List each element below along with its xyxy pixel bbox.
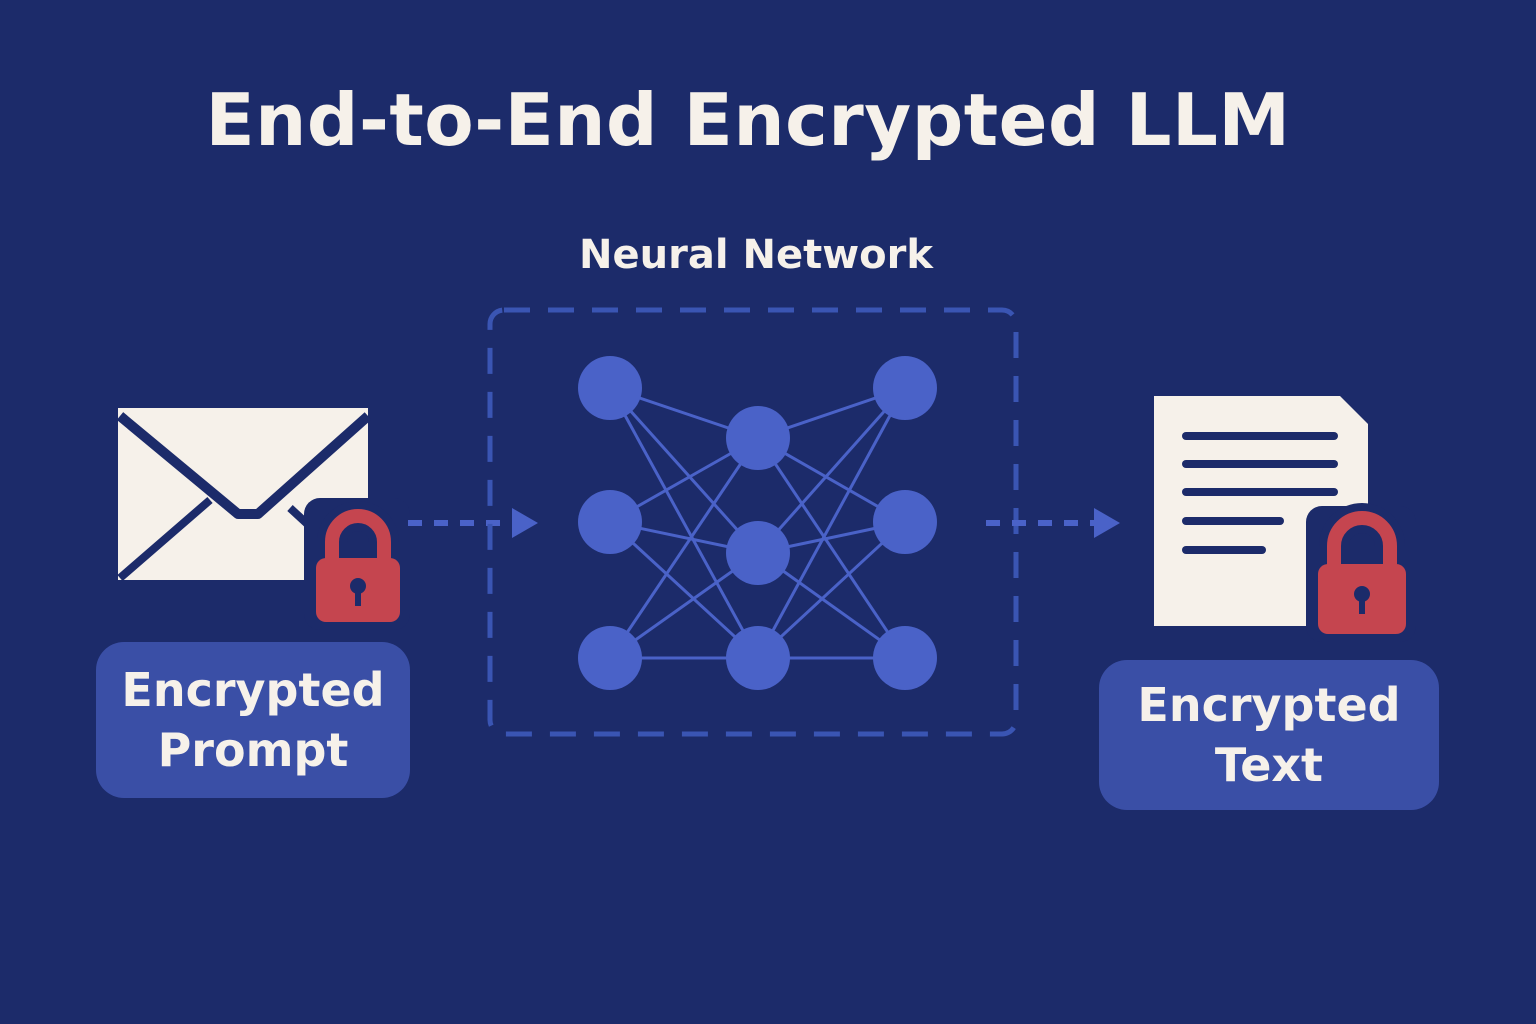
network-node-output	[873, 626, 937, 690]
network-node-input	[578, 626, 642, 690]
network-node-hidden	[726, 521, 790, 585]
network-node-input	[578, 356, 642, 420]
network-node-hidden	[726, 406, 790, 470]
input-label-line1: Encrypted	[121, 663, 385, 717]
arrow-in	[408, 508, 538, 538]
output-label-line1: Encrypted	[1137, 678, 1401, 732]
output-label-line2: Text	[1214, 738, 1324, 792]
network-node-hidden	[726, 626, 790, 690]
lock-icon	[1306, 503, 1416, 642]
network-node-output	[873, 490, 937, 554]
lock-icon	[304, 498, 410, 630]
arrow-out	[986, 508, 1120, 538]
flow-diagram	[116, 307, 1416, 737]
diagram-canvas: End-to-End Encrypted LLM Neural Network	[0, 0, 1536, 1024]
network-node-input	[578, 490, 642, 554]
encrypted-prompt-label: Encrypted Prompt	[96, 642, 410, 798]
network-node-output	[873, 356, 937, 420]
neural-network-graph	[578, 356, 937, 690]
encrypted-text-label: Encrypted Text	[1099, 660, 1439, 810]
input-label-line2: Prompt	[157, 723, 349, 777]
